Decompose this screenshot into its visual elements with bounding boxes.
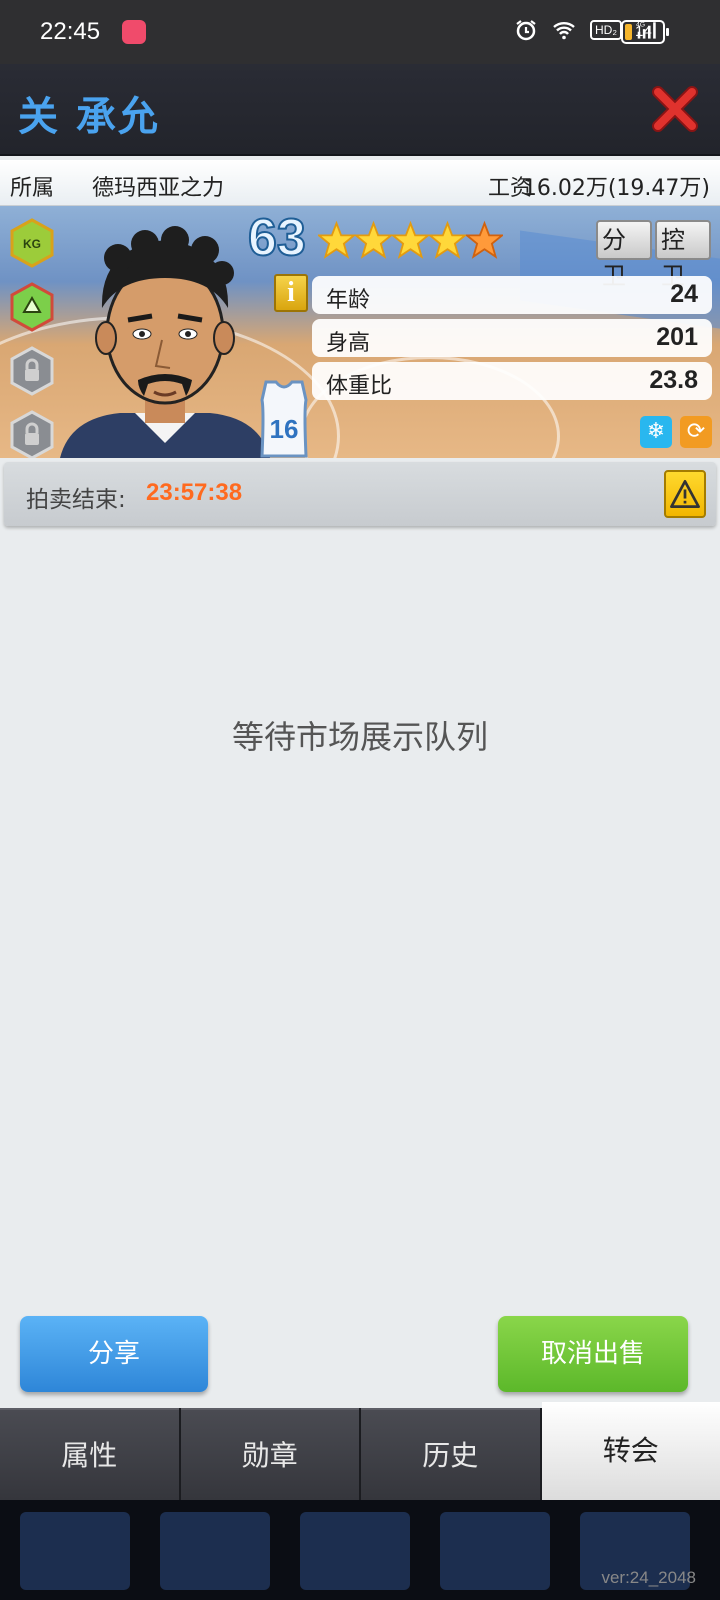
star-icon xyxy=(466,220,503,259)
wifi-icon xyxy=(553,22,575,40)
status-bar: 22:45 HD₂ 4G 14 xyxy=(0,0,720,64)
stat-value: 24 xyxy=(670,280,698,308)
star-icon xyxy=(392,220,429,259)
stat-row-weight-ratio: 体重比 23.8 xyxy=(312,362,712,400)
locked-badge-icon xyxy=(10,346,54,396)
stat-value: 201 xyxy=(656,323,698,351)
locked-badge-icon xyxy=(10,410,54,458)
player-card: KG 16 63 分卫 控卫 i 年龄 24 身 xyxy=(0,206,720,458)
badge-column: KG xyxy=(10,218,54,458)
jersey-number: 16 xyxy=(270,414,299,444)
team-label: 所属 xyxy=(10,176,55,201)
svg-text:KG: KG xyxy=(23,237,41,251)
warning-icon[interactable] xyxy=(664,470,706,518)
share-button[interactable]: 分享 xyxy=(20,1316,208,1392)
position-tag: 控卫 xyxy=(655,220,711,290)
auction-end-label: 拍卖结束: xyxy=(26,487,126,513)
battery-level: 14 xyxy=(635,23,652,40)
nav-team-icon xyxy=(300,1512,410,1590)
stat-label: 年龄 xyxy=(326,288,371,313)
nav-chat-icon xyxy=(440,1512,550,1590)
stat-label: 体重比 xyxy=(326,374,393,399)
jersey-icon: 16 xyxy=(260,380,308,458)
star-rating xyxy=(318,218,503,262)
auction-countdown: 23:57:38 xyxy=(146,479,243,506)
tab-history[interactable]: 历史 xyxy=(361,1408,540,1500)
bottom-nav: ver:24_2048 xyxy=(0,1500,720,1600)
star-icon xyxy=(318,220,355,259)
stat-value: 23.8 xyxy=(649,366,698,394)
close-icon[interactable] xyxy=(650,84,700,134)
skill-badge-icon[interactable] xyxy=(10,282,54,332)
hd-icon: HD₂ xyxy=(590,20,622,40)
title-bar: 关 承允 xyxy=(0,64,720,156)
star-icon xyxy=(429,220,466,259)
tab-transfer[interactable]: 转会 xyxy=(541,1402,720,1500)
stat-row-height: 身高 201 xyxy=(312,319,712,357)
team-salary-row: 所属 德玛西亚之力 工资 16.02万(19.47万) xyxy=(0,160,720,206)
player-name: 关 承允 xyxy=(18,94,160,140)
team-name: 德玛西亚之力 xyxy=(92,176,225,201)
tab-bar: 属性 勋章 历史 转会 xyxy=(0,1402,720,1500)
status-time: 22:45 xyxy=(40,18,101,45)
info-icon[interactable]: i xyxy=(274,274,308,312)
waiting-message: 等待市场展示队列 xyxy=(231,718,488,756)
star-icon xyxy=(355,220,392,259)
auction-bar: 拍卖结束: 23:57:38 xyxy=(4,462,716,526)
position-tag: 分卫 xyxy=(596,220,652,290)
app-notification-icon xyxy=(122,20,146,44)
player-avatar xyxy=(60,226,270,458)
version-label: ver:24_2048 xyxy=(601,1568,696,1587)
salary-value: 16.02万(19.47万) xyxy=(522,176,710,201)
cancel-sale-button[interactable]: 取消出售 xyxy=(498,1316,688,1392)
refresh-icon[interactable]: ⟳ xyxy=(680,416,712,448)
stat-label: 身高 xyxy=(326,331,371,356)
tab-attributes[interactable]: 属性 xyxy=(0,1408,179,1500)
nav-home-icon xyxy=(20,1512,130,1590)
snowflake-icon[interactable]: ❄ xyxy=(640,416,672,448)
stat-row-age: 年龄 24 xyxy=(312,276,712,314)
tab-medals[interactable]: 勋章 xyxy=(180,1408,359,1500)
battery-icon: 14 xyxy=(621,20,669,44)
alarm-icon xyxy=(516,20,536,41)
overall-rating: 63 xyxy=(247,208,307,268)
nav-finance-icon xyxy=(160,1512,270,1590)
kg-badge-icon[interactable]: KG xyxy=(10,218,54,268)
